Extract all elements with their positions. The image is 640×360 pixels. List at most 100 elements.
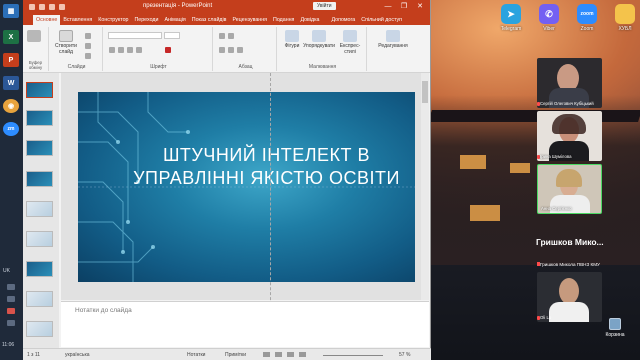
group-slides: Створити слайд Слайди	[51, 27, 103, 71]
group-drawing: Фігури Упорядкувати Експрес-стилі Малюва…	[279, 27, 367, 71]
redo-icon[interactable]	[49, 4, 55, 10]
tab-slideshow[interactable]: Показ слайдів	[189, 15, 230, 25]
section-icon[interactable]	[85, 53, 91, 59]
powerpoint-icon[interactable]: P	[3, 53, 19, 67]
participant-video[interactable]: Сергій Олегович Кубіцький	[537, 58, 602, 108]
chrome-icon[interactable]: ◉	[3, 99, 19, 113]
editing-button[interactable]: Редагування	[375, 30, 411, 49]
tab-insert[interactable]: Вставлення	[60, 15, 95, 25]
vertical-scrollbar[interactable]	[421, 73, 429, 300]
tab-tell-me[interactable]: Допомога	[329, 15, 359, 25]
font-name-dropdown[interactable]	[108, 32, 162, 39]
language-indicator[interactable]: UK	[3, 268, 10, 274]
arrange-button[interactable]: Упорядкувати	[303, 30, 335, 49]
tray-icon[interactable]	[7, 296, 15, 302]
group-paragraph: Абзац	[215, 27, 277, 71]
tab-view[interactable]: Подання	[270, 15, 297, 25]
current-slide[interactable]: ШТУЧНИЙ ІНТЕЛЕКТ В УПРАВЛІННІ ЯКІСТЮ ОСВ…	[78, 92, 415, 282]
word-icon[interactable]: W	[3, 76, 19, 90]
start-icon[interactable]: ▦	[3, 4, 19, 18]
participant-name: Oli Lo	[540, 315, 552, 320]
arrange-icon	[312, 30, 326, 42]
participant-video-active[interactable]: Анна Сергієнко	[537, 164, 602, 214]
slide-thumbnail[interactable]	[26, 82, 53, 98]
tray-icon[interactable]	[7, 320, 15, 326]
group-label: Абзац	[238, 64, 253, 70]
slide-thumbnail[interactable]	[26, 231, 53, 247]
zoom-slider[interactable]	[323, 355, 383, 356]
recycle-bin[interactable]: Корзина	[600, 318, 630, 338]
language-status[interactable]: українська	[65, 352, 90, 358]
slide-counter: 1 з 11	[27, 352, 41, 358]
taskbar: ▦ X P W ◉ zm UK 11:06	[0, 0, 23, 360]
tab-design[interactable]: Конструктор	[95, 15, 131, 25]
desktop-icon-zoom[interactable]: zoom Zoom	[572, 4, 602, 32]
excel-icon[interactable]: X	[3, 30, 19, 44]
quick-styles-icon	[343, 30, 357, 42]
tab-animations[interactable]: Анімація	[161, 15, 188, 25]
reading-view-icon[interactable]	[287, 352, 294, 357]
notes-pane[interactable]: Нотатки до слайда	[61, 301, 429, 347]
slide-thumbnail[interactable]	[26, 261, 53, 277]
font-color-icon[interactable]	[165, 47, 171, 53]
tray-icon[interactable]	[7, 308, 15, 314]
align-center-icon[interactable]	[228, 47, 234, 53]
zoom-level[interactable]: 57 %	[399, 352, 410, 358]
tray-icon[interactable]	[7, 284, 15, 290]
desktop-icon-viber[interactable]: ✆ Viber	[534, 4, 564, 32]
undo-icon[interactable]	[39, 4, 45, 10]
numbering-icon[interactable]	[228, 33, 234, 39]
zoom-taskbar-icon[interactable]: zm	[3, 122, 19, 136]
tab-file[interactable]	[25, 15, 33, 25]
normal-view-icon[interactable]	[263, 352, 270, 357]
strike-icon[interactable]	[136, 47, 142, 53]
italic-icon[interactable]	[118, 47, 124, 53]
ribbon: Буфер обміну Створити слайд Слайди Шрифт	[23, 25, 430, 73]
sign-in-button[interactable]: Увійти	[313, 2, 336, 10]
desktop-icons: ➤ Telegram ✆ Viber zoom Zoom ХУБЛ	[496, 4, 640, 32]
bullets-icon[interactable]	[219, 33, 225, 39]
slide-thumbnail[interactable]	[26, 321, 53, 337]
tab-review[interactable]: Рецензування	[230, 15, 271, 25]
layout-icon[interactable]	[85, 33, 91, 39]
minimize-button[interactable]: —	[380, 0, 396, 14]
tab-transitions[interactable]: Переходи	[131, 15, 161, 25]
desktop-icon-telegram[interactable]: ➤ Telegram	[496, 4, 526, 32]
powerpoint-window: презентація - PowerPoint Увійти — ❐ ✕ Ос…	[23, 0, 431, 360]
new-slide-button[interactable]: Створити слайд	[54, 30, 78, 55]
participant-video[interactable]: Oli Lo	[537, 272, 602, 322]
scrollbar-thumb[interactable]	[422, 81, 428, 103]
comments-toggle[interactable]: Примітки	[225, 352, 246, 358]
slide-thumbnail[interactable]	[26, 201, 53, 217]
underline-icon[interactable]	[127, 47, 133, 53]
align-left-icon[interactable]	[219, 47, 225, 53]
sorter-view-icon[interactable]	[275, 352, 282, 357]
desktop-icon-folder[interactable]: ХУБЛ	[610, 4, 640, 32]
clock[interactable]: 11:06	[2, 342, 14, 348]
tab-home[interactable]: Основне	[33, 15, 61, 25]
tab-help[interactable]: Довідка	[297, 15, 322, 25]
participant-video[interactable]: Ірина Шумілова	[537, 111, 602, 161]
paste-button[interactable]	[27, 30, 41, 43]
shapes-icon	[285, 30, 299, 42]
slideshow-view-icon[interactable]	[299, 352, 306, 357]
group-label: Слайди	[67, 64, 86, 70]
present-icon[interactable]	[59, 4, 65, 10]
slide-thumbnail[interactable]	[26, 110, 53, 126]
save-icon[interactable]	[29, 4, 35, 10]
slide-thumbnail[interactable]	[26, 171, 53, 187]
notes-toggle[interactable]: Нотатки	[187, 352, 205, 358]
close-button[interactable]: ✕	[412, 0, 428, 14]
shapes-button[interactable]: Фігури	[281, 30, 303, 49]
bold-icon[interactable]	[109, 47, 115, 53]
maximize-button[interactable]: ❐	[396, 0, 412, 14]
font-size-dropdown[interactable]	[164, 32, 180, 39]
slide-thumbnail[interactable]	[26, 291, 53, 307]
slide-title[interactable]: ШТУЧНИЙ ІНТЕЛЕКТ В УПРАВЛІННІ ЯКІСТЮ ОСВ…	[118, 144, 415, 190]
reset-icon[interactable]	[85, 43, 91, 49]
group-font: Шрифт	[105, 27, 213, 71]
tab-share[interactable]: Спільний доступ	[358, 15, 405, 25]
align-right-icon[interactable]	[237, 47, 243, 53]
quick-styles-button[interactable]: Експрес-стилі	[335, 30, 365, 55]
slide-thumbnail[interactable]	[26, 140, 53, 156]
